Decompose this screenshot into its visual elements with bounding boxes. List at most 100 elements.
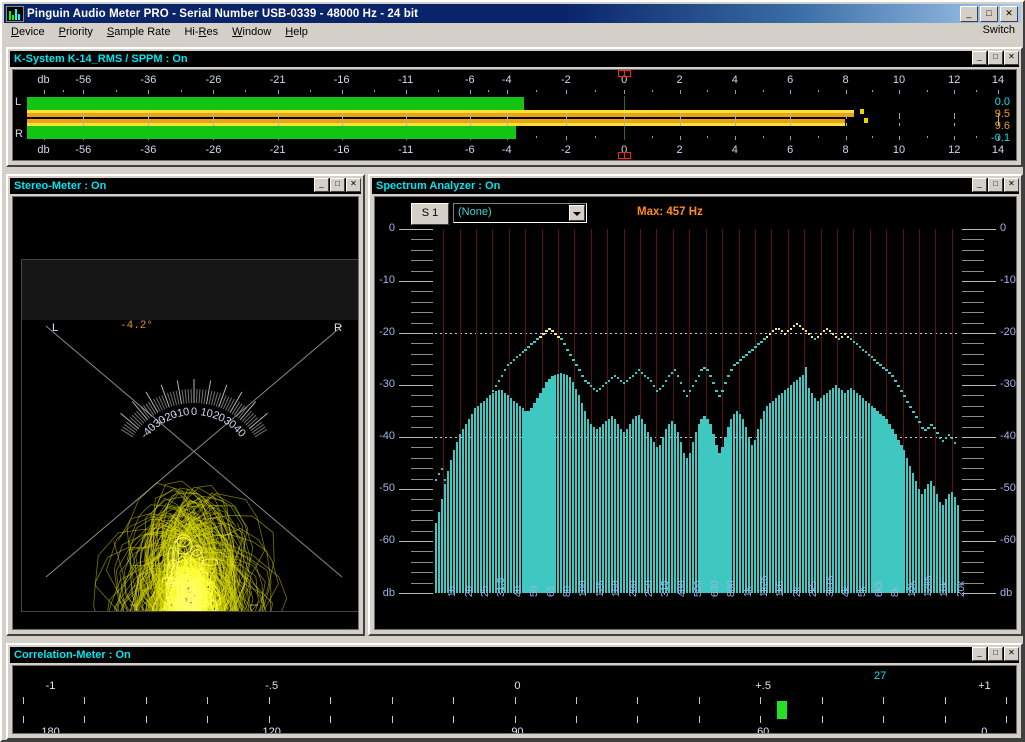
- spectrum-bar: [593, 427, 595, 593]
- spectrum-bar: [948, 494, 950, 593]
- spectrum-bar: [850, 388, 852, 593]
- spectrum-bar: [760, 419, 762, 593]
- spectrum-db-tick: [962, 447, 984, 448]
- k-segment-separator: [406, 113, 407, 126]
- menu-bar: DevicePrioritySample RateHi-ResWindowHel…: [4, 23, 1021, 41]
- spectrum-frequency-label: 125: [595, 580, 606, 597]
- spectrum-frequency-label: 100: [578, 580, 589, 597]
- spectrum-bar: [742, 419, 744, 593]
- spectrum-db-tick: [962, 354, 984, 355]
- spectrum-db-tick: [962, 520, 984, 521]
- spectrum-source-dropdown[interactable]: (None): [453, 203, 587, 223]
- spectrum-frequency-label: 31.5: [496, 578, 507, 597]
- spectrum-peak-hold: [572, 359, 574, 361]
- menu-item-hi-res[interactable]: Hi-Res: [177, 25, 225, 39]
- spectrum-bar: [656, 447, 658, 593]
- close-button[interactable]: ✕: [1000, 6, 1018, 22]
- chevron-down-icon[interactable]: [569, 205, 585, 221]
- spectrum-bar: [665, 429, 667, 593]
- k-scale-label: -2: [561, 144, 571, 156]
- stereo-meter-maximize-button[interactable]: □: [330, 178, 345, 192]
- correlation-maximize-button[interactable]: □: [988, 647, 1003, 661]
- correlation-meter-panel: Correlation-Meter : On _ □ ✕ -1-.50+.5+1…: [6, 643, 1023, 740]
- spectrum-peak-hold: [626, 380, 628, 382]
- spectrum-bar: [545, 382, 547, 593]
- spectrum-bar: [918, 489, 920, 593]
- spectrum-bar: [444, 484, 446, 593]
- correlation-body: -1-.50+.5+11801209060027: [12, 665, 1017, 734]
- goniometer-display[interactable]: L R -4.2° -40-30-20-10010203040: [21, 259, 359, 612]
- spectrum-db-label: -10: [375, 274, 395, 286]
- spectrum-bar: [793, 382, 795, 593]
- spectrum-frequency-label: 8k: [890, 586, 901, 597]
- correlation-tick: [23, 697, 24, 704]
- spectrum-peak-hold: [751, 349, 753, 351]
- minimize-button[interactable]: _: [960, 6, 978, 22]
- spectrum-minimize-button[interactable]: _: [972, 178, 987, 192]
- spectrum-bar: [572, 382, 574, 593]
- spectrum-db-label: -30: [1000, 378, 1016, 390]
- menu-item-help[interactable]: Help: [278, 25, 315, 39]
- spectrum-close-button[interactable]: ✕: [1004, 178, 1019, 192]
- spectrum-db-tick: [411, 395, 433, 396]
- spectrum-peak-hold: [623, 382, 625, 384]
- spectrum-db-tick: [962, 343, 984, 344]
- k-scale-label: -36: [140, 74, 156, 86]
- k-overload-indicator[interactable]: [618, 70, 631, 77]
- correlation-tick: [1006, 716, 1007, 723]
- spectrum-maximize-button[interactable]: □: [988, 178, 1003, 192]
- k-tick-row: [13, 90, 1016, 95]
- spectrum-bar: [730, 419, 732, 593]
- k-system-minimize-button[interactable]: _: [972, 51, 987, 65]
- k-segment-separator: [566, 113, 567, 126]
- k-scale-label: 6: [787, 74, 793, 86]
- spectrum-bar: [894, 434, 896, 593]
- spectrum-peak-hold: [483, 403, 485, 405]
- stereo-meter-minimize-button[interactable]: _: [314, 178, 329, 192]
- spectrum-peak-hold: [477, 411, 479, 413]
- spectrum-frequency-label: 2k5: [808, 581, 819, 597]
- correlation-minimize-button[interactable]: _: [972, 647, 987, 661]
- spectrum-bar: [823, 395, 825, 593]
- spectrum-db-tick: [399, 229, 433, 230]
- spectrum-peak-hold: [611, 377, 613, 379]
- spectrum-bar: [641, 419, 643, 593]
- spectrum-frequency-label: 20: [464, 586, 475, 597]
- spectrum-plot-area[interactable]: [435, 229, 960, 593]
- menu-item-sample-rate[interactable]: Sample Rate: [100, 25, 178, 39]
- spectrum-frequency-label: 5k: [857, 586, 868, 597]
- k-readout-value: 9.5: [991, 108, 1010, 120]
- spectrum-bar: [635, 416, 637, 593]
- menu-item-window[interactable]: Window: [225, 25, 278, 39]
- spectrum-peak-hold: [897, 385, 899, 387]
- spectrum-frequency-label: 2k: [792, 586, 803, 597]
- k-readout-value: 0.0: [991, 96, 1010, 108]
- spectrum-peak-hold: [772, 330, 774, 332]
- spectrum-bar: [477, 406, 479, 593]
- spectrum-bar: [844, 393, 846, 593]
- correlation-tick: [699, 697, 700, 704]
- k-scale-label: 8: [842, 144, 848, 156]
- spectrum-peak-hold: [692, 385, 694, 387]
- k-system-close-button[interactable]: ✕: [1004, 51, 1019, 65]
- spectrum-bar: [536, 398, 538, 593]
- stereo-meter-close-button[interactable]: ✕: [346, 178, 361, 192]
- correlation-tick: [146, 697, 147, 704]
- k-overload-indicator[interactable]: [618, 152, 631, 159]
- spectrum-db-label: -50: [375, 482, 395, 494]
- spectrum-hgrid: [435, 333, 960, 334]
- k-segment-separator: [954, 113, 955, 117]
- spectrum-bar: [495, 391, 497, 593]
- switch-label[interactable]: Switch: [983, 24, 1015, 36]
- maximize-button[interactable]: □: [980, 6, 998, 22]
- correlation-close-button[interactable]: ✕: [1004, 647, 1019, 661]
- spectrum-bar: [796, 380, 798, 593]
- menu-item-device[interactable]: Device: [4, 25, 52, 39]
- menu-item-priority[interactable]: Priority: [52, 25, 100, 39]
- spectrum-bar: [799, 377, 801, 593]
- k-system-maximize-button[interactable]: □: [988, 51, 1003, 65]
- spectrum-source-button[interactable]: S 1: [411, 203, 449, 225]
- spectrum-peak-hold: [709, 375, 711, 377]
- spectrum-peak-hold: [733, 364, 735, 366]
- spectrum-db-tick: [411, 364, 433, 365]
